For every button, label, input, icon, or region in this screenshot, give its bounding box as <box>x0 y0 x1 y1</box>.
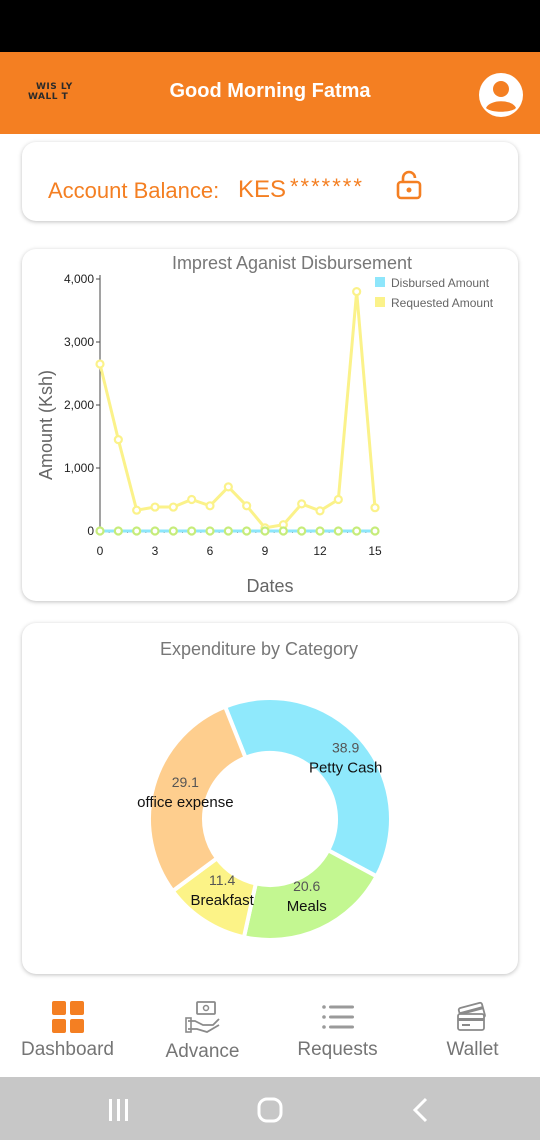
expenditure-donut-chart-card: Expenditure by Category 38.9 Petty Cash 20.… <box>22 623 518 974</box>
disbursed-point <box>352 526 362 536</box>
greeting-title: Good Morning Fatma <box>169 80 371 102</box>
donut-slice <box>241 847 380 942</box>
y-tick-label: 2,000 <box>64 398 94 412</box>
app-logo: WIS LY WALL T <box>28 82 76 104</box>
lock-open-icon[interactable] <box>396 170 422 200</box>
wallet-cards-icon <box>456 1001 486 1031</box>
recent-apps-icon[interactable] <box>104 1095 134 1125</box>
legend-swatch <box>375 277 385 287</box>
account-circle-icon[interactable] <box>478 72 524 118</box>
nav-label-advance: Advance <box>165 1041 240 1062</box>
requested-point <box>168 502 178 512</box>
requested-point <box>297 499 307 509</box>
y-tick-label: 1,000 <box>64 461 94 475</box>
x-axis-title: Dates <box>246 576 293 596</box>
requested-point <box>113 435 123 445</box>
requested-point <box>95 359 105 369</box>
y-tick-label: 4,000 <box>64 272 94 286</box>
balance-currency: KES <box>238 176 287 203</box>
status-bar <box>0 0 540 52</box>
nav-label-dashboard: Dashboard <box>21 1039 114 1060</box>
x-tick-label: 15 <box>368 544 382 558</box>
disbursed-point <box>333 526 343 536</box>
disbursed-point <box>297 526 307 536</box>
disbursed-point <box>278 526 288 536</box>
chart-title: Expenditure by Category <box>160 639 358 659</box>
system-navigation-bar <box>0 1077 540 1140</box>
disbursed-point <box>187 526 197 536</box>
x-tick-label: 3 <box>152 544 159 558</box>
bottom-navigation: Dashboard Advance Requests Wallet <box>0 983 540 1077</box>
slice-label: Petty Cash <box>309 759 382 776</box>
x-tick-label: 0 <box>97 544 104 558</box>
donut-chart: Expenditure by Category 38.9 Petty Cash 20.… <box>137 639 393 942</box>
account-balance-card: Account Balance: KES ******* <box>22 142 518 221</box>
slice-label: Meals <box>287 898 327 915</box>
disbursed-point <box>315 526 325 536</box>
nav-item-advance[interactable]: Advance <box>135 983 270 1077</box>
list-icon <box>321 1005 354 1029</box>
disbursed-point <box>370 526 380 536</box>
chart-title: Imprest Aganist Disbursement <box>172 253 412 273</box>
disbursed-point <box>132 526 142 536</box>
x-tick-label: 6 <box>207 544 214 558</box>
back-icon[interactable] <box>406 1095 436 1125</box>
balance-label: Account Balance: <box>48 178 220 203</box>
y-tick-label: 3,000 <box>64 335 94 349</box>
slice-value: 11.4 <box>209 872 235 888</box>
requested-point <box>187 494 197 505</box>
disbursed-point <box>205 526 215 536</box>
requested-point <box>370 503 380 513</box>
requested-point <box>223 482 233 492</box>
nav-label-wallet: Wallet <box>446 1039 499 1060</box>
nav-item-wallet[interactable]: Wallet <box>405 983 540 1077</box>
disbursed-point <box>113 526 123 536</box>
balance-masked-value: ******* <box>290 174 364 199</box>
series-line-requested <box>98 291 377 530</box>
disbursed-point <box>223 526 233 536</box>
x-tick-label: 9 <box>262 544 269 558</box>
nav-item-requests[interactable]: Requests <box>270 983 405 1077</box>
slice-label: office expense <box>137 794 233 811</box>
requested-point <box>333 494 343 505</box>
disbursed-point <box>242 526 252 536</box>
requested-point <box>352 286 362 297</box>
requested-point <box>205 501 215 511</box>
x-tick-label: 12 <box>313 544 327 558</box>
y-tick-label: 0 <box>87 524 94 538</box>
logo-line-2: WALL T <box>28 92 69 102</box>
nav-label-requests: Requests <box>297 1039 378 1060</box>
y-axis-title: Amount (Ksh) <box>36 370 56 480</box>
home-icon[interactable] <box>255 1095 285 1125</box>
disbursed-point <box>168 526 178 536</box>
legend-label: Disbursed Amount <box>391 276 490 290</box>
disbursed-point <box>95 526 105 536</box>
slice-value: 38.9 <box>332 739 359 755</box>
slice-label: Breakfast <box>190 892 254 909</box>
line-chart: Imprest Aganist Disbursement 0 1,000 2,000 3… <box>36 253 494 596</box>
logo-line-1: WIS LY <box>36 82 73 92</box>
nav-item-dashboard[interactable]: Dashboard <box>0 983 135 1077</box>
dashboard-icon <box>51 1001 84 1033</box>
slice-value: 29.1 <box>172 774 199 790</box>
app-header: WIS LY WALL T Good Morning Fatma <box>0 52 540 134</box>
requested-point <box>132 505 142 515</box>
disbursed-point <box>150 526 160 536</box>
legend-label: Requested Amount <box>391 296 494 310</box>
requested-point <box>150 502 160 512</box>
cash-hand-icon <box>184 1001 220 1033</box>
disbursed-point <box>260 526 270 536</box>
imprest-line-chart-card: Imprest Aganist Disbursement 0 1,000 2,000 3… <box>22 249 518 601</box>
requested-point <box>315 506 325 516</box>
donut-slice <box>222 696 393 880</box>
slice-value: 20.6 <box>293 878 320 894</box>
legend-swatch <box>375 297 385 307</box>
requested-point <box>242 501 252 511</box>
